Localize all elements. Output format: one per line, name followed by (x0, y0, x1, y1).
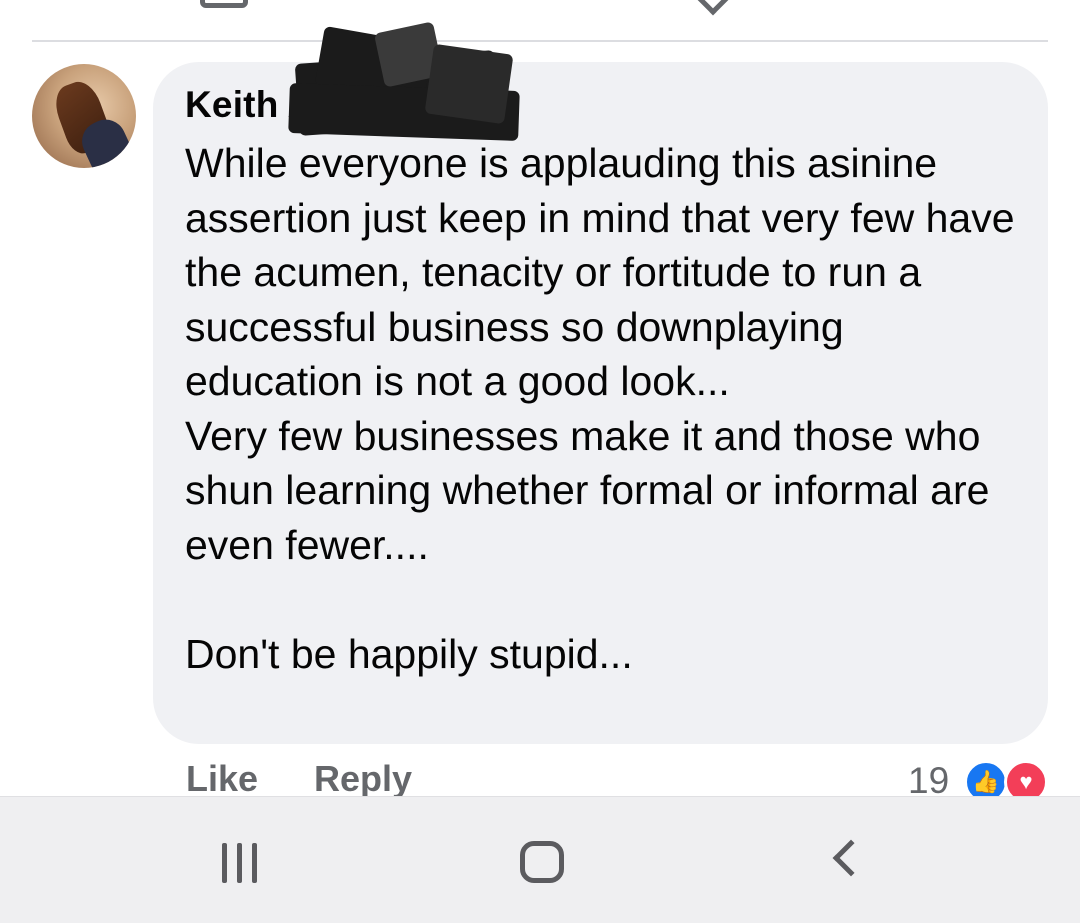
previous-post-action-row (0, 0, 1080, 16)
system-nav-bar (0, 796, 1080, 923)
divider (32, 40, 1048, 42)
reply-button[interactable]: Reply (314, 758, 412, 800)
screen: Keith A While everyone is applauding thi… (0, 0, 1080, 923)
share-icon[interactable] (694, 0, 732, 16)
recent-apps-icon[interactable] (218, 843, 262, 883)
name-redaction-scribble (279, 17, 520, 141)
comment-icon[interactable] (200, 0, 248, 8)
like-button[interactable]: Like (186, 758, 258, 800)
comment-bubble[interactable]: Keith A While everyone is applauding thi… (153, 21, 1048, 744)
back-icon[interactable] (832, 839, 870, 877)
comment-body: While everyone is applauding this asinin… (185, 140, 1015, 677)
avatar[interactable] (32, 64, 136, 168)
home-icon[interactable] (520, 841, 564, 883)
